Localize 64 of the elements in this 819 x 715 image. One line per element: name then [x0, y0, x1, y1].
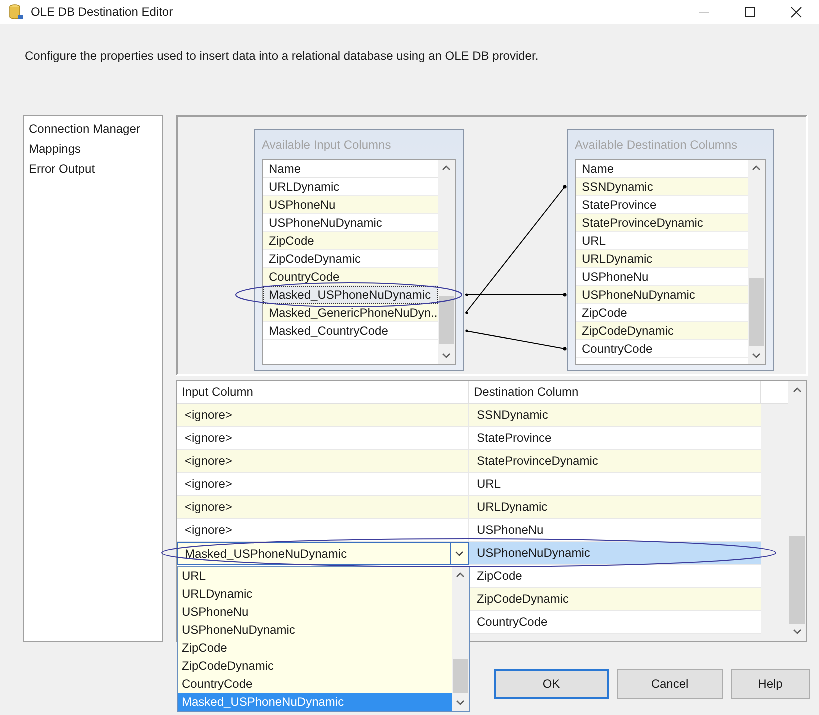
table-cell[interactable]: StateProvince — [469, 427, 761, 450]
table-cell[interactable]: SSNDynamic — [469, 404, 761, 427]
list-item[interactable]: ZipCodeDynamic — [576, 322, 748, 340]
page-item[interactable]: Connection Manager — [24, 119, 162, 139]
dialog-button[interactable]: Cancel — [617, 669, 723, 699]
table-cell[interactable]: URL — [469, 473, 761, 496]
column-header[interactable]: Input Column — [177, 381, 469, 403]
dialog-button[interactable]: Help — [731, 669, 810, 699]
table-cell[interactable]: <ignore> — [177, 496, 469, 519]
scrollbar-thumb[interactable] — [439, 296, 454, 344]
list-item[interactable]: Masked_GenericPhoneNuDyn... — [263, 304, 438, 322]
dropdown-option[interactable]: ZipCode — [178, 639, 452, 657]
table-cell[interactable]: URLDynamic — [469, 496, 761, 519]
dialog-button[interactable]: OK — [494, 669, 609, 699]
window-title: OLE DB Destination Editor — [31, 4, 174, 21]
scrollbar-thumb[interactable] — [453, 659, 468, 693]
dropdown-option[interactable]: ZipCodeDynamic — [178, 657, 452, 675]
scroll-down-icon[interactable] — [456, 700, 465, 706]
scroll-up-icon[interactable] — [792, 387, 802, 393]
scroll-down-icon[interactable] — [752, 353, 761, 359]
list-item[interactable]: CountryCode — [263, 268, 438, 286]
scroll-down-icon[interactable] — [442, 353, 451, 359]
page-item[interactable]: Error Output — [24, 159, 162, 179]
database-icon — [9, 4, 23, 20]
page-item[interactable]: Mappings — [24, 139, 162, 159]
list-item[interactable]: USPhoneNuDynamic — [576, 286, 748, 304]
scrollbar[interactable] — [452, 567, 469, 711]
input-combo-box[interactable]: Masked_USPhoneNuDynamic — [177, 542, 469, 565]
scroll-up-icon[interactable] — [752, 165, 761, 171]
dropdown-option[interactable]: USPhoneNu — [178, 603, 452, 621]
list-item[interactable]: ZipCode — [263, 232, 438, 250]
table-cell[interactable]: USPhoneNuDynamic — [469, 542, 761, 565]
table-cell[interactable]: <ignore> — [177, 427, 469, 450]
table-cell[interactable]: ZipCode — [469, 565, 761, 588]
dropdown-option[interactable]: URL — [178, 567, 452, 585]
table-cell[interactable]: CountryCode — [469, 611, 761, 634]
scroll-down-icon[interactable] — [792, 629, 802, 635]
list-item[interactable]: Masked_USPhoneNuDynamic — [263, 286, 438, 304]
table-cell[interactable]: USPhoneNu — [469, 519, 761, 542]
dropdown-option[interactable]: USPhoneNuDynamic — [178, 621, 452, 639]
dropdown-option[interactable]: URLDynamic — [178, 585, 452, 603]
scroll-up-icon[interactable] — [442, 165, 451, 171]
dropdown-option[interactable]: CountryCode — [178, 675, 452, 693]
list-item[interactable]: StateProvinceDynamic — [576, 214, 748, 232]
scrollbar[interactable] — [748, 160, 765, 364]
table-cell[interactable]: StateProvinceDynamic — [469, 450, 761, 473]
list-item[interactable]: USPhoneNu — [263, 196, 438, 214]
scroll-up-icon[interactable] — [456, 572, 465, 578]
scrollbar-thumb[interactable] — [789, 536, 805, 624]
panel-title: Available Input Columns — [262, 136, 392, 154]
panel-title: Available Destination Columns — [575, 136, 738, 154]
list-item[interactable]: SSNDynamic — [576, 178, 748, 196]
table-cell[interactable]: <ignore> — [177, 473, 469, 496]
close-icon[interactable] — [790, 6, 802, 18]
scrollbar[interactable] — [438, 160, 455, 364]
table-cell[interactable]: <ignore> — [177, 519, 469, 542]
table-cell[interactable]: <ignore> — [177, 450, 469, 473]
chevron-down-icon[interactable] — [455, 550, 464, 556]
table-cell[interactable]: <ignore> — [177, 404, 469, 427]
scrollbar-thumb[interactable] — [749, 278, 764, 346]
list-item[interactable]: URLDynamic — [576, 250, 748, 268]
column-header[interactable]: Destination Column — [469, 381, 761, 403]
description-text: Configure the properties used to insert data into a relational database using an OLE DB provider. — [25, 49, 539, 63]
table-cell[interactable]: ZipCodeDynamic — [469, 588, 761, 611]
